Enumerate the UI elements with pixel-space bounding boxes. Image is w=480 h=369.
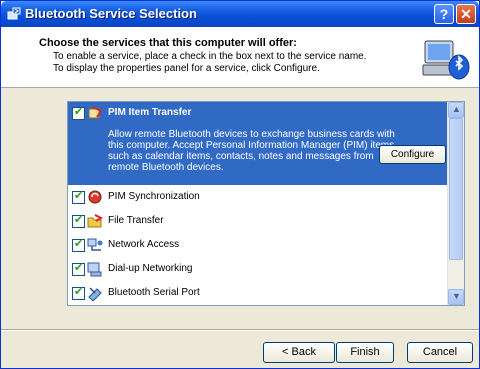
back-button[interactable]: < Back (263, 342, 335, 363)
network-access-icon (87, 238, 103, 251)
close-button[interactable]: ✕ (456, 4, 476, 24)
title-bar[interactable]: Bluetooth Service Selection ? ✕ (1, 1, 479, 27)
pim-transfer-icon (88, 106, 103, 119)
checkbox-pim-synchronization[interactable] (72, 189, 85, 204)
header-instruction-2: To display the properties panel for a se… (53, 63, 320, 74)
services-list[interactable]: PIM Item Transfer Allow remote Bluetooth… (67, 101, 465, 306)
bluetooth-service-selection-dialog: Bluetooth Service Selection ? ✕ Choose t… (0, 0, 480, 369)
scroll-down-button[interactable] (448, 289, 464, 305)
service-item-network-access[interactable]: Network Access (68, 234, 448, 258)
help-button[interactable]: ? (434, 4, 454, 24)
service-label: Bluetooth Serial Port (108, 287, 200, 298)
window-title: Bluetooth Service Selection (25, 6, 197, 21)
cancel-button[interactable]: Cancel (407, 342, 473, 363)
service-item-pim-synchronization[interactable]: PIM Synchronization (68, 186, 448, 210)
service-label: Dial-up Networking (108, 263, 193, 274)
checkbox-file-transfer[interactable] (72, 213, 85, 228)
header-title: Choose the services that this computer w… (39, 37, 297, 49)
scroll-thumb[interactable] (449, 118, 463, 260)
computer-bluetooth-icon (422, 40, 470, 80)
header-panel: Choose the services that this computer w… (1, 27, 479, 88)
service-label: Network Access (108, 239, 180, 250)
dialup-icon (87, 262, 102, 277)
finish-button[interactable]: Finish (336, 342, 394, 363)
checkbox-network-access[interactable] (72, 237, 85, 252)
separator (1, 329, 479, 331)
pim-sync-icon (88, 190, 102, 204)
bluetooth-window-icon (7, 7, 21, 20)
service-label: PIM Item Transfer (108, 107, 192, 118)
service-label: PIM Synchronization (108, 191, 200, 202)
service-item-dialup-networking[interactable]: Dial-up Networking (68, 258, 448, 282)
service-item-bluetooth-serial-port[interactable]: Bluetooth Serial Port (68, 282, 448, 305)
vertical-scrollbar[interactable] (447, 102, 464, 305)
checkbox-dialup-networking[interactable] (72, 261, 85, 276)
service-item-pim-item-transfer[interactable]: PIM Item Transfer Allow remote Bluetooth… (68, 102, 448, 185)
scroll-up-button[interactable] (448, 102, 464, 118)
service-label: File Transfer (108, 215, 164, 226)
service-description: Allow remote Bluetooth devices to exchan… (108, 129, 395, 173)
serial-port-icon (88, 287, 102, 301)
configure-button[interactable]: Configure (379, 145, 446, 164)
service-item-file-transfer[interactable]: File Transfer (68, 210, 448, 234)
checkbox-bluetooth-serial-port[interactable] (72, 285, 85, 300)
checkbox-pim-item-transfer[interactable] (72, 105, 85, 120)
header-instruction-1: To enable a service, place a check in th… (53, 51, 367, 62)
file-transfer-icon (87, 214, 103, 228)
